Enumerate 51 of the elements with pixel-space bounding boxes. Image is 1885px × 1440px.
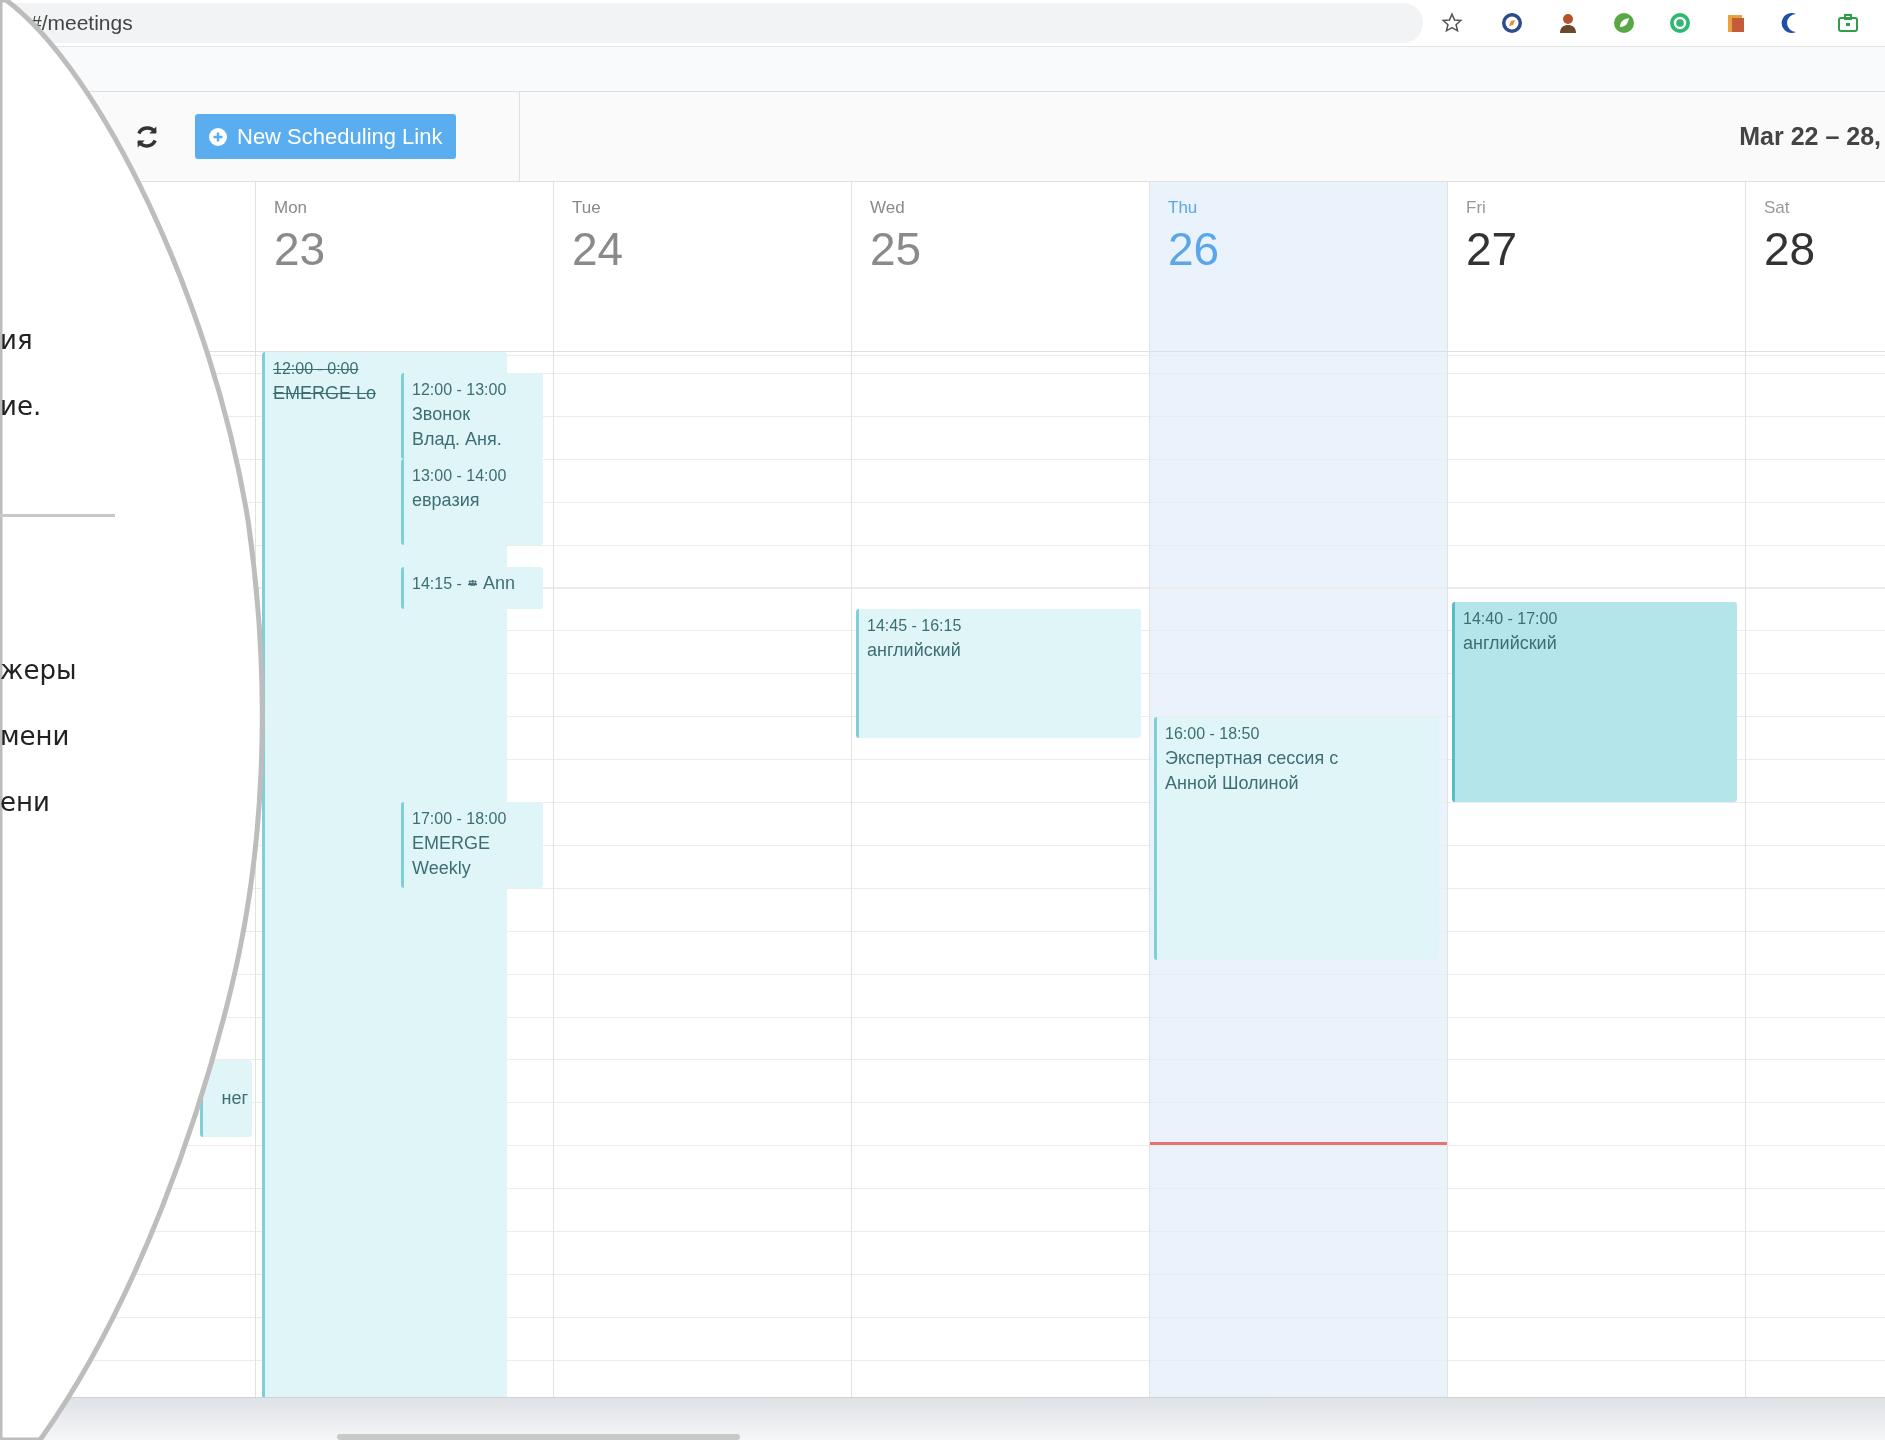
ring-icon[interactable] bbox=[1669, 12, 1691, 34]
day-number: 28 bbox=[1764, 222, 1816, 276]
event-time: 12:00 - 13:00 bbox=[412, 380, 507, 401]
calendar-event[interactable]: нег bbox=[200, 1059, 252, 1138]
compass-icon[interactable] bbox=[1501, 12, 1523, 34]
slide-text: ие. bbox=[0, 390, 42, 423]
event-title: английский bbox=[1463, 632, 1557, 656]
person-icon[interactable] bbox=[1557, 12, 1579, 34]
day-number: 25 bbox=[870, 222, 922, 276]
day-name: Sat bbox=[1764, 198, 1790, 218]
slide-text: мени bbox=[0, 720, 70, 753]
event-time: 13:00 - 14:00 bbox=[412, 466, 507, 487]
scrollbar-thumb[interactable] bbox=[337, 1434, 740, 1440]
calendar-event[interactable]: 12:00 - 13:00 Звонок Влад. Аня. bbox=[401, 373, 543, 460]
event-time: 17:00 - 18:00 bbox=[412, 809, 507, 830]
day-name: Fri bbox=[1466, 198, 1486, 218]
slide-text: ия bbox=[0, 324, 33, 357]
calendar-event[interactable]: 13:00 - 14:00 евразия bbox=[401, 459, 543, 546]
leaf-icon[interactable] bbox=[1613, 12, 1635, 34]
calendar-event[interactable]: 14:45 - 16:15 английский bbox=[856, 609, 1141, 739]
event-time: 12:00 - 0:00 bbox=[273, 359, 359, 379]
day-name: Wed bbox=[870, 198, 905, 218]
day-name: Thu bbox=[1168, 198, 1198, 218]
day-name: Tue bbox=[572, 198, 601, 218]
event-title: EMERGE Lo bbox=[273, 382, 377, 405]
day-number: 24 bbox=[572, 222, 624, 276]
date-range: Mar 22 – 28, bbox=[1739, 122, 1882, 151]
slide-text: ени bbox=[0, 786, 50, 819]
event-title: английский bbox=[867, 639, 961, 663]
briefcase-icon[interactable] bbox=[1837, 12, 1859, 34]
event-time: 14:40 - 17:00 bbox=[1463, 609, 1558, 630]
book-icon[interactable] bbox=[1725, 12, 1747, 34]
event-time: 14:45 - 16:15 bbox=[867, 616, 962, 637]
event-title: Звонок Влад. Аня. bbox=[412, 403, 503, 452]
calendar-event[interactable]: 17:00 - 18:00 EMERGE Weekly bbox=[401, 802, 543, 889]
calendar-event[interactable]: 16:00 - 18:50 Экспертная сессия с Анной Шолиной bbox=[1154, 716, 1439, 960]
day-number: 26 bbox=[1168, 222, 1220, 276]
event-title: Экспертная сессия с Анной Шолиной bbox=[1165, 746, 1340, 795]
event-time: 14:15 - bbox=[412, 573, 462, 594]
event-title: евразия bbox=[412, 489, 480, 513]
day-name: Mon bbox=[274, 198, 308, 218]
slide-text: жеры bbox=[0, 654, 77, 687]
plus-circle-icon bbox=[209, 127, 227, 146]
calendar-event[interactable]: 14:15 - Ann bbox=[401, 566, 543, 610]
event-title: EMERGE Weekly bbox=[412, 832, 491, 881]
day-number: 27 bbox=[1466, 222, 1518, 276]
day-number: 23 bbox=[274, 222, 326, 276]
event-time: 16:00 - 18:50 bbox=[1165, 723, 1260, 744]
event-title: нег bbox=[221, 1086, 248, 1110]
star-icon[interactable] bbox=[1441, 12, 1463, 34]
calendar-event[interactable]: 14:40 - 17:00 английский bbox=[1452, 602, 1737, 803]
